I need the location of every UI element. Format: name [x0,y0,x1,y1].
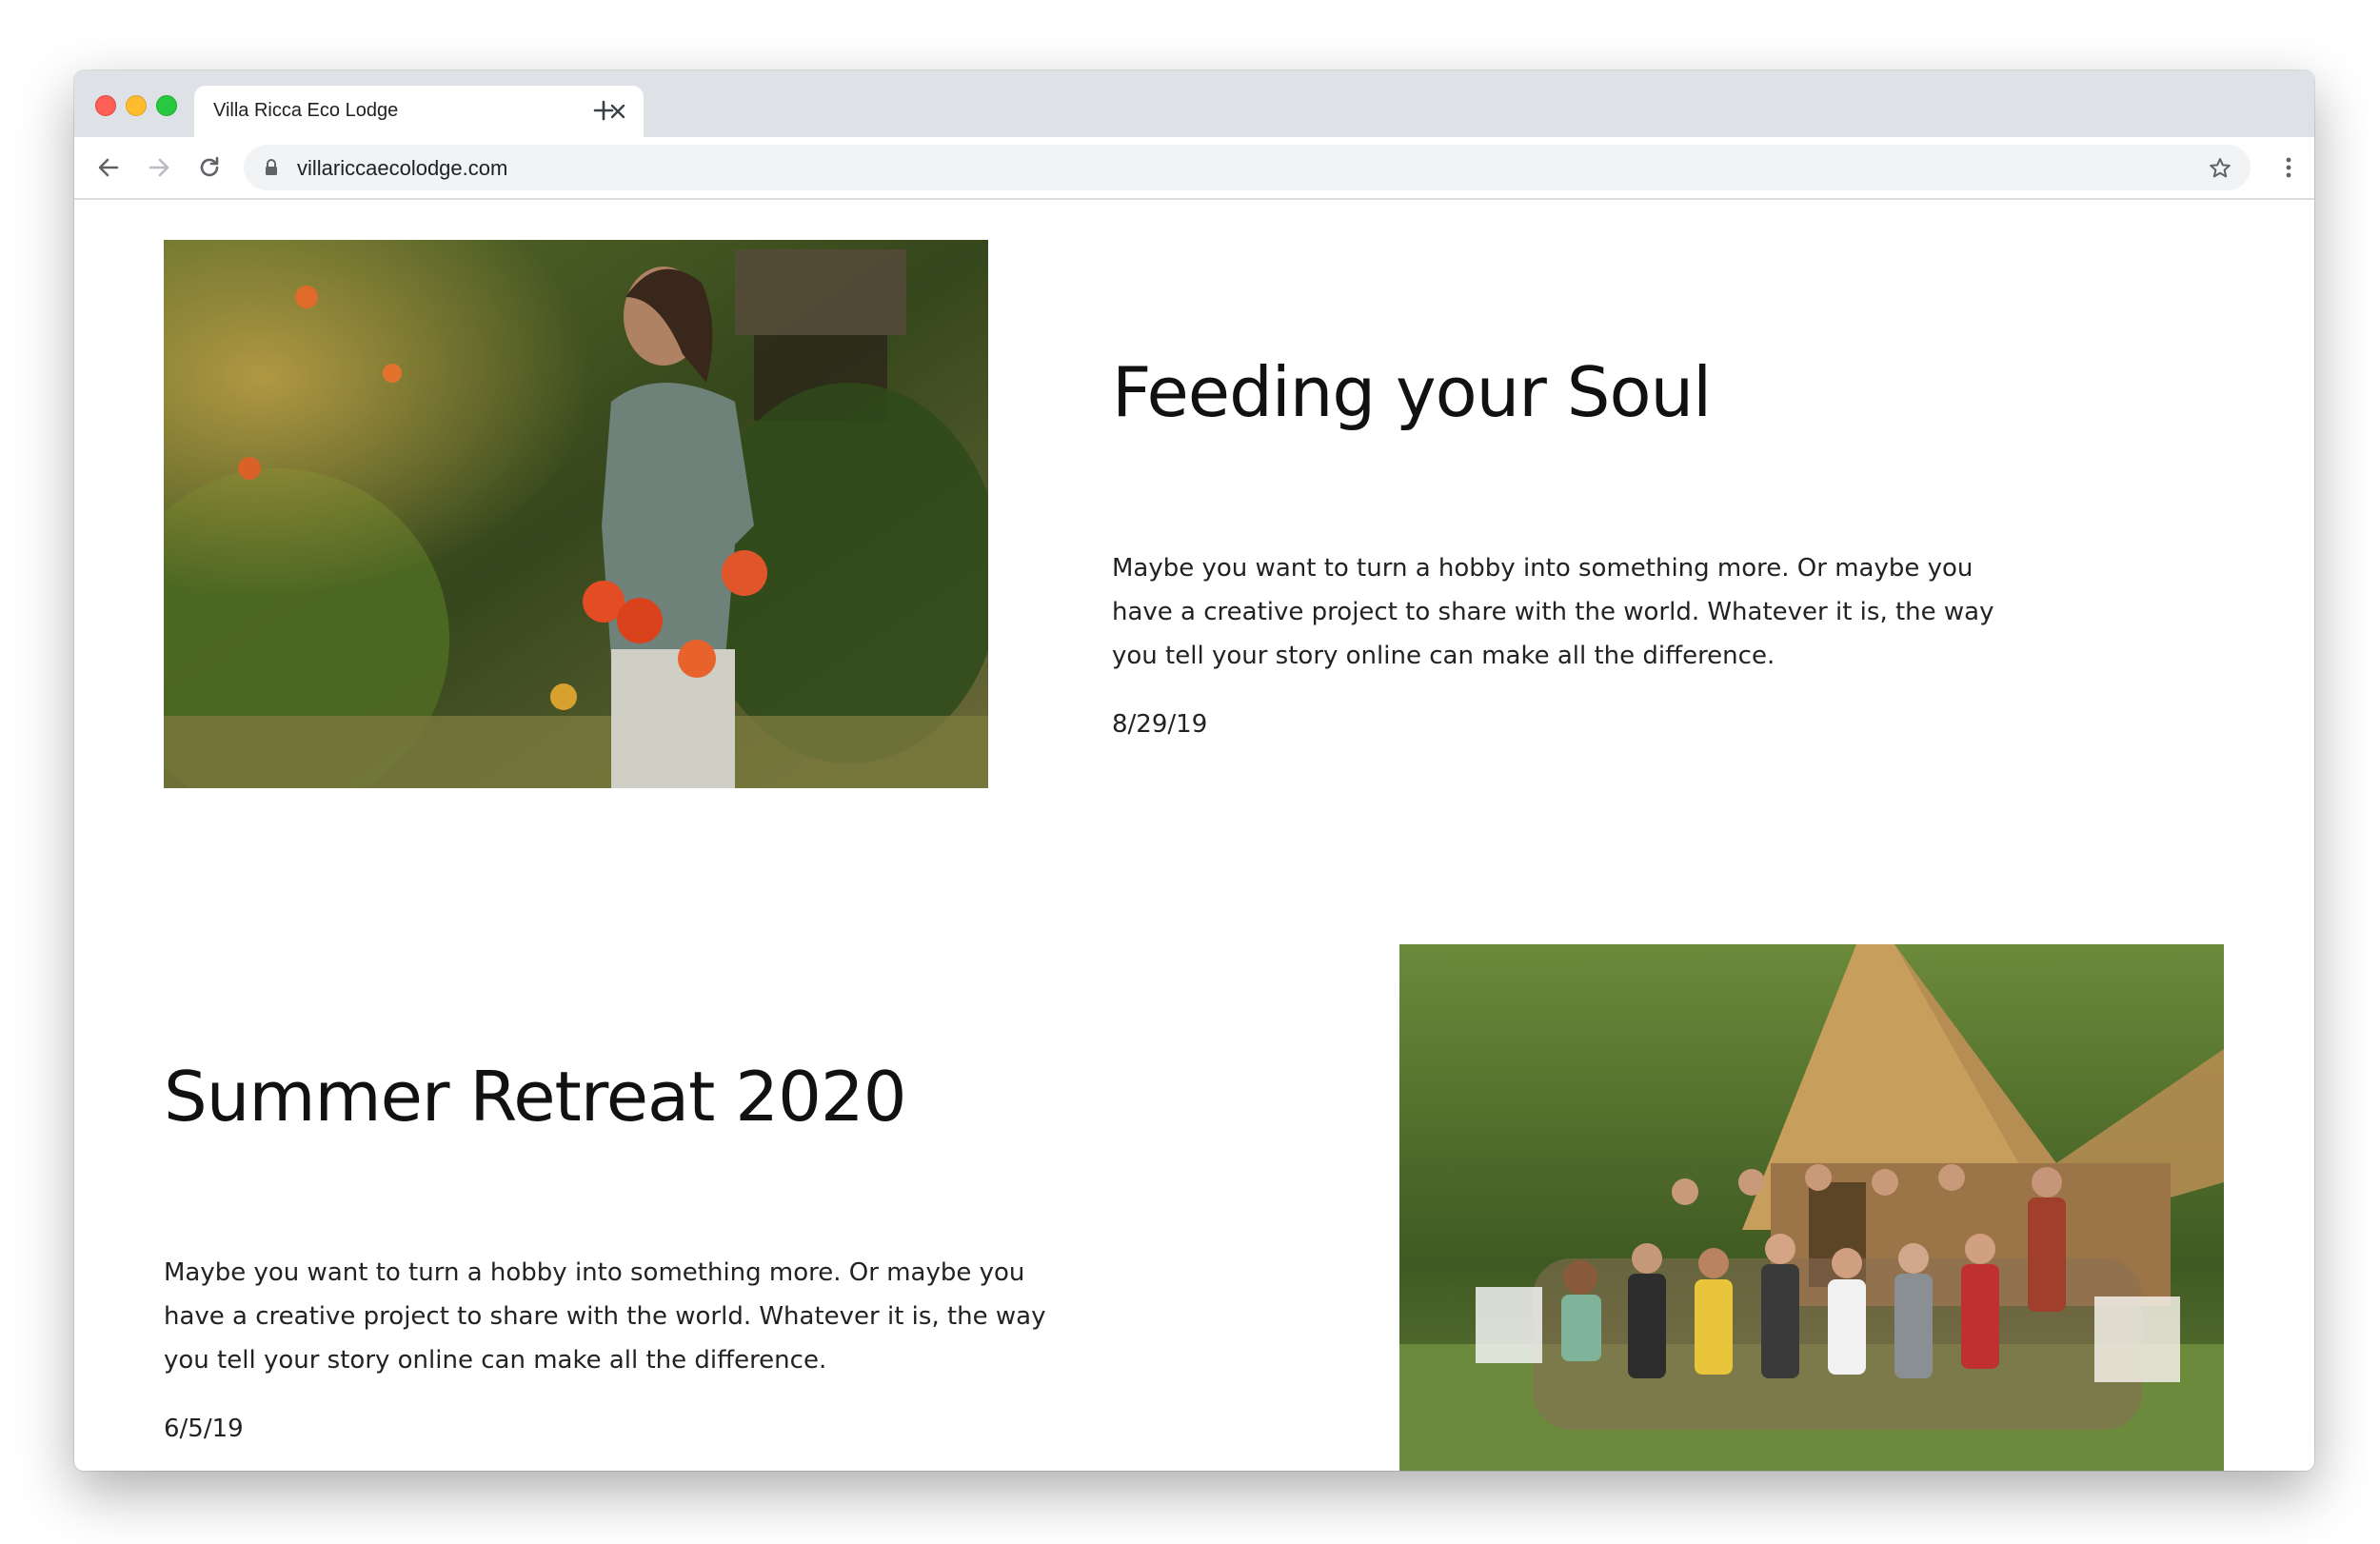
tab-title: Villa Ricca Eco Lodge [213,100,399,121]
post-title[interactable]: Summer Retreat 2020 [164,1057,907,1137]
tab-strip: Villa Ricca Eco Lodge [74,70,2314,137]
browser-toolbar: villariccaecolodge.com [74,137,2314,200]
arrow-right-icon[interactable] [142,150,176,185]
reload-icon[interactable] [192,150,227,185]
post-date: 8/29/19 [1112,710,1208,739]
kebab-menu-icon[interactable] [2273,152,2304,183]
maximize-window-button[interactable] [156,95,177,116]
post-image-garden[interactable] [164,240,988,788]
post-date: 6/5/19 [164,1415,244,1443]
star-icon[interactable] [2207,155,2233,182]
post-excerpt: Maybe you want to turn a hobby into some… [1112,554,1994,670]
post-image-group[interactable] [1399,944,2224,1471]
browser-window: Villa Ricca Eco Lodge villariccaecolodge… [74,70,2314,1471]
minimize-window-button[interactable] [126,95,147,116]
page-content: Feeding your Soul Maybe you want to turn… [74,200,2314,1471]
lock-icon[interactable] [261,157,282,178]
active-tab[interactable]: Villa Ricca Eco Lodge [194,86,644,137]
post-excerpt: Maybe you want to turn a hobby into some… [164,1258,1046,1375]
close-window-button[interactable] [95,95,116,116]
url-text[interactable]: villariccaecolodge.com [297,156,507,181]
address-bar[interactable]: villariccaecolodge.com [244,145,2251,190]
arrow-left-icon[interactable] [91,150,126,185]
plus-icon[interactable] [586,93,621,128]
post-title[interactable]: Feeding your Soul [1112,352,1712,432]
